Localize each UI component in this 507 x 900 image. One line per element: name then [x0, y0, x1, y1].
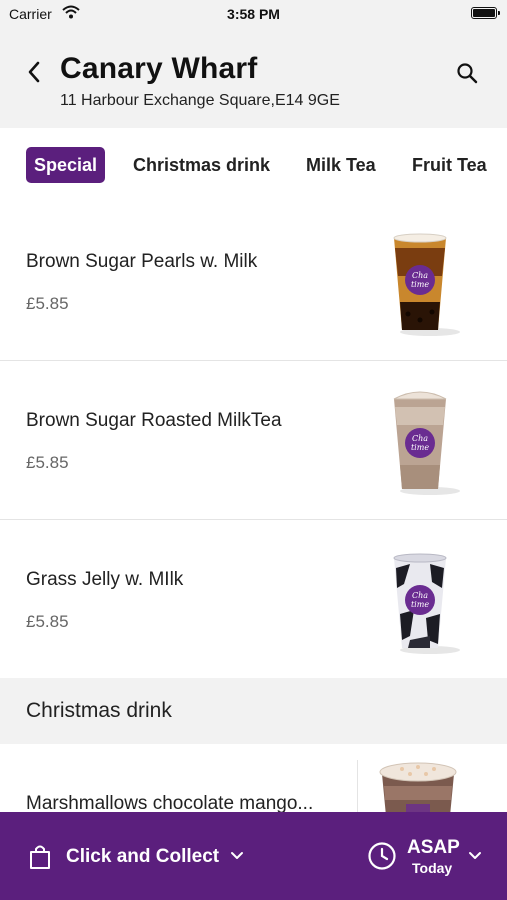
roasted-milk-tea-drink-image: Cha time: [393, 391, 460, 495]
grass-jelly-milk-drink-image: Cha time: [393, 553, 460, 654]
status-bar: Carrier 3:58 PM: [0, 0, 507, 30]
svg-text:Cha: Cha: [412, 591, 428, 600]
menu-item[interactable]: Brown Sugar Pearls w. Milk £5.85 Cha tim…: [0, 202, 507, 361]
tab-christmas-drink[interactable]: Christmas drink: [133, 147, 270, 183]
menu-item[interactable]: Brown Sugar Roasted MilkTea £5.85 Cha ti…: [0, 361, 507, 520]
item-name: Grass Jelly w. MIlk: [26, 569, 184, 590]
item-price: £5.85: [26, 453, 69, 472]
store-address: 11 Harbour Exchange Square,E14 9GE: [60, 92, 340, 109]
divider: [357, 760, 358, 820]
search-icon: [457, 63, 478, 84]
chevron-down-icon[interactable]: [230, 851, 244, 861]
store-header: Canary Wharf 11 Harbour Exchange Square,…: [0, 30, 507, 128]
pickup-time-button[interactable]: ASAP: [407, 837, 460, 859]
tab-fruit-tea[interactable]: Fruit Tea: [412, 147, 487, 183]
clock-icon: [368, 842, 396, 870]
click-and-collect-button[interactable]: Click and Collect: [66, 846, 219, 868]
svg-text:time: time: [411, 600, 429, 609]
chevron-left-icon: [28, 61, 40, 83]
brown-sugar-pearls-drink-image: Cha time: [393, 233, 460, 336]
chevron-down-icon[interactable]: [468, 851, 482, 861]
menu-item[interactable]: Grass Jelly w. MIlk £5.85 Cha time: [0, 520, 507, 679]
section-title: Christmas drink: [26, 699, 172, 722]
order-mode-bar: Click and Collect ASAP Today: [0, 812, 507, 900]
tab-milk-tea[interactable]: Milk Tea: [306, 147, 376, 183]
category-tabs: Special Christmas drink Milk Tea Fruit T…: [0, 128, 507, 203]
svg-text:Cha: Cha: [412, 434, 428, 443]
store-title: Canary Wharf: [60, 52, 258, 85]
svg-text:Cha: Cha: [412, 271, 428, 280]
item-price: £5.85: [26, 612, 69, 631]
item-price: £5.85: [26, 294, 69, 313]
battery-icon: [471, 7, 500, 19]
search-button[interactable]: [452, 58, 482, 88]
status-time: 3:58 PM: [227, 6, 280, 22]
item-name: Brown Sugar Roasted MilkTea: [26, 410, 282, 431]
section-header: Christmas drink: [0, 678, 507, 744]
item-name: Brown Sugar Pearls w. Milk: [26, 251, 258, 272]
shopping-bag-icon: [30, 845, 50, 869]
svg-text:time: time: [411, 443, 429, 452]
svg-text:time: time: [411, 280, 429, 289]
tab-special[interactable]: Special: [26, 147, 106, 183]
pickup-day-label: Today: [412, 860, 453, 876]
menu-item[interactable]: Marshmallows chocolate mango...: [0, 744, 507, 820]
marshmallow-chocolate-drink-image: [379, 762, 457, 816]
back-button[interactable]: [20, 58, 48, 86]
